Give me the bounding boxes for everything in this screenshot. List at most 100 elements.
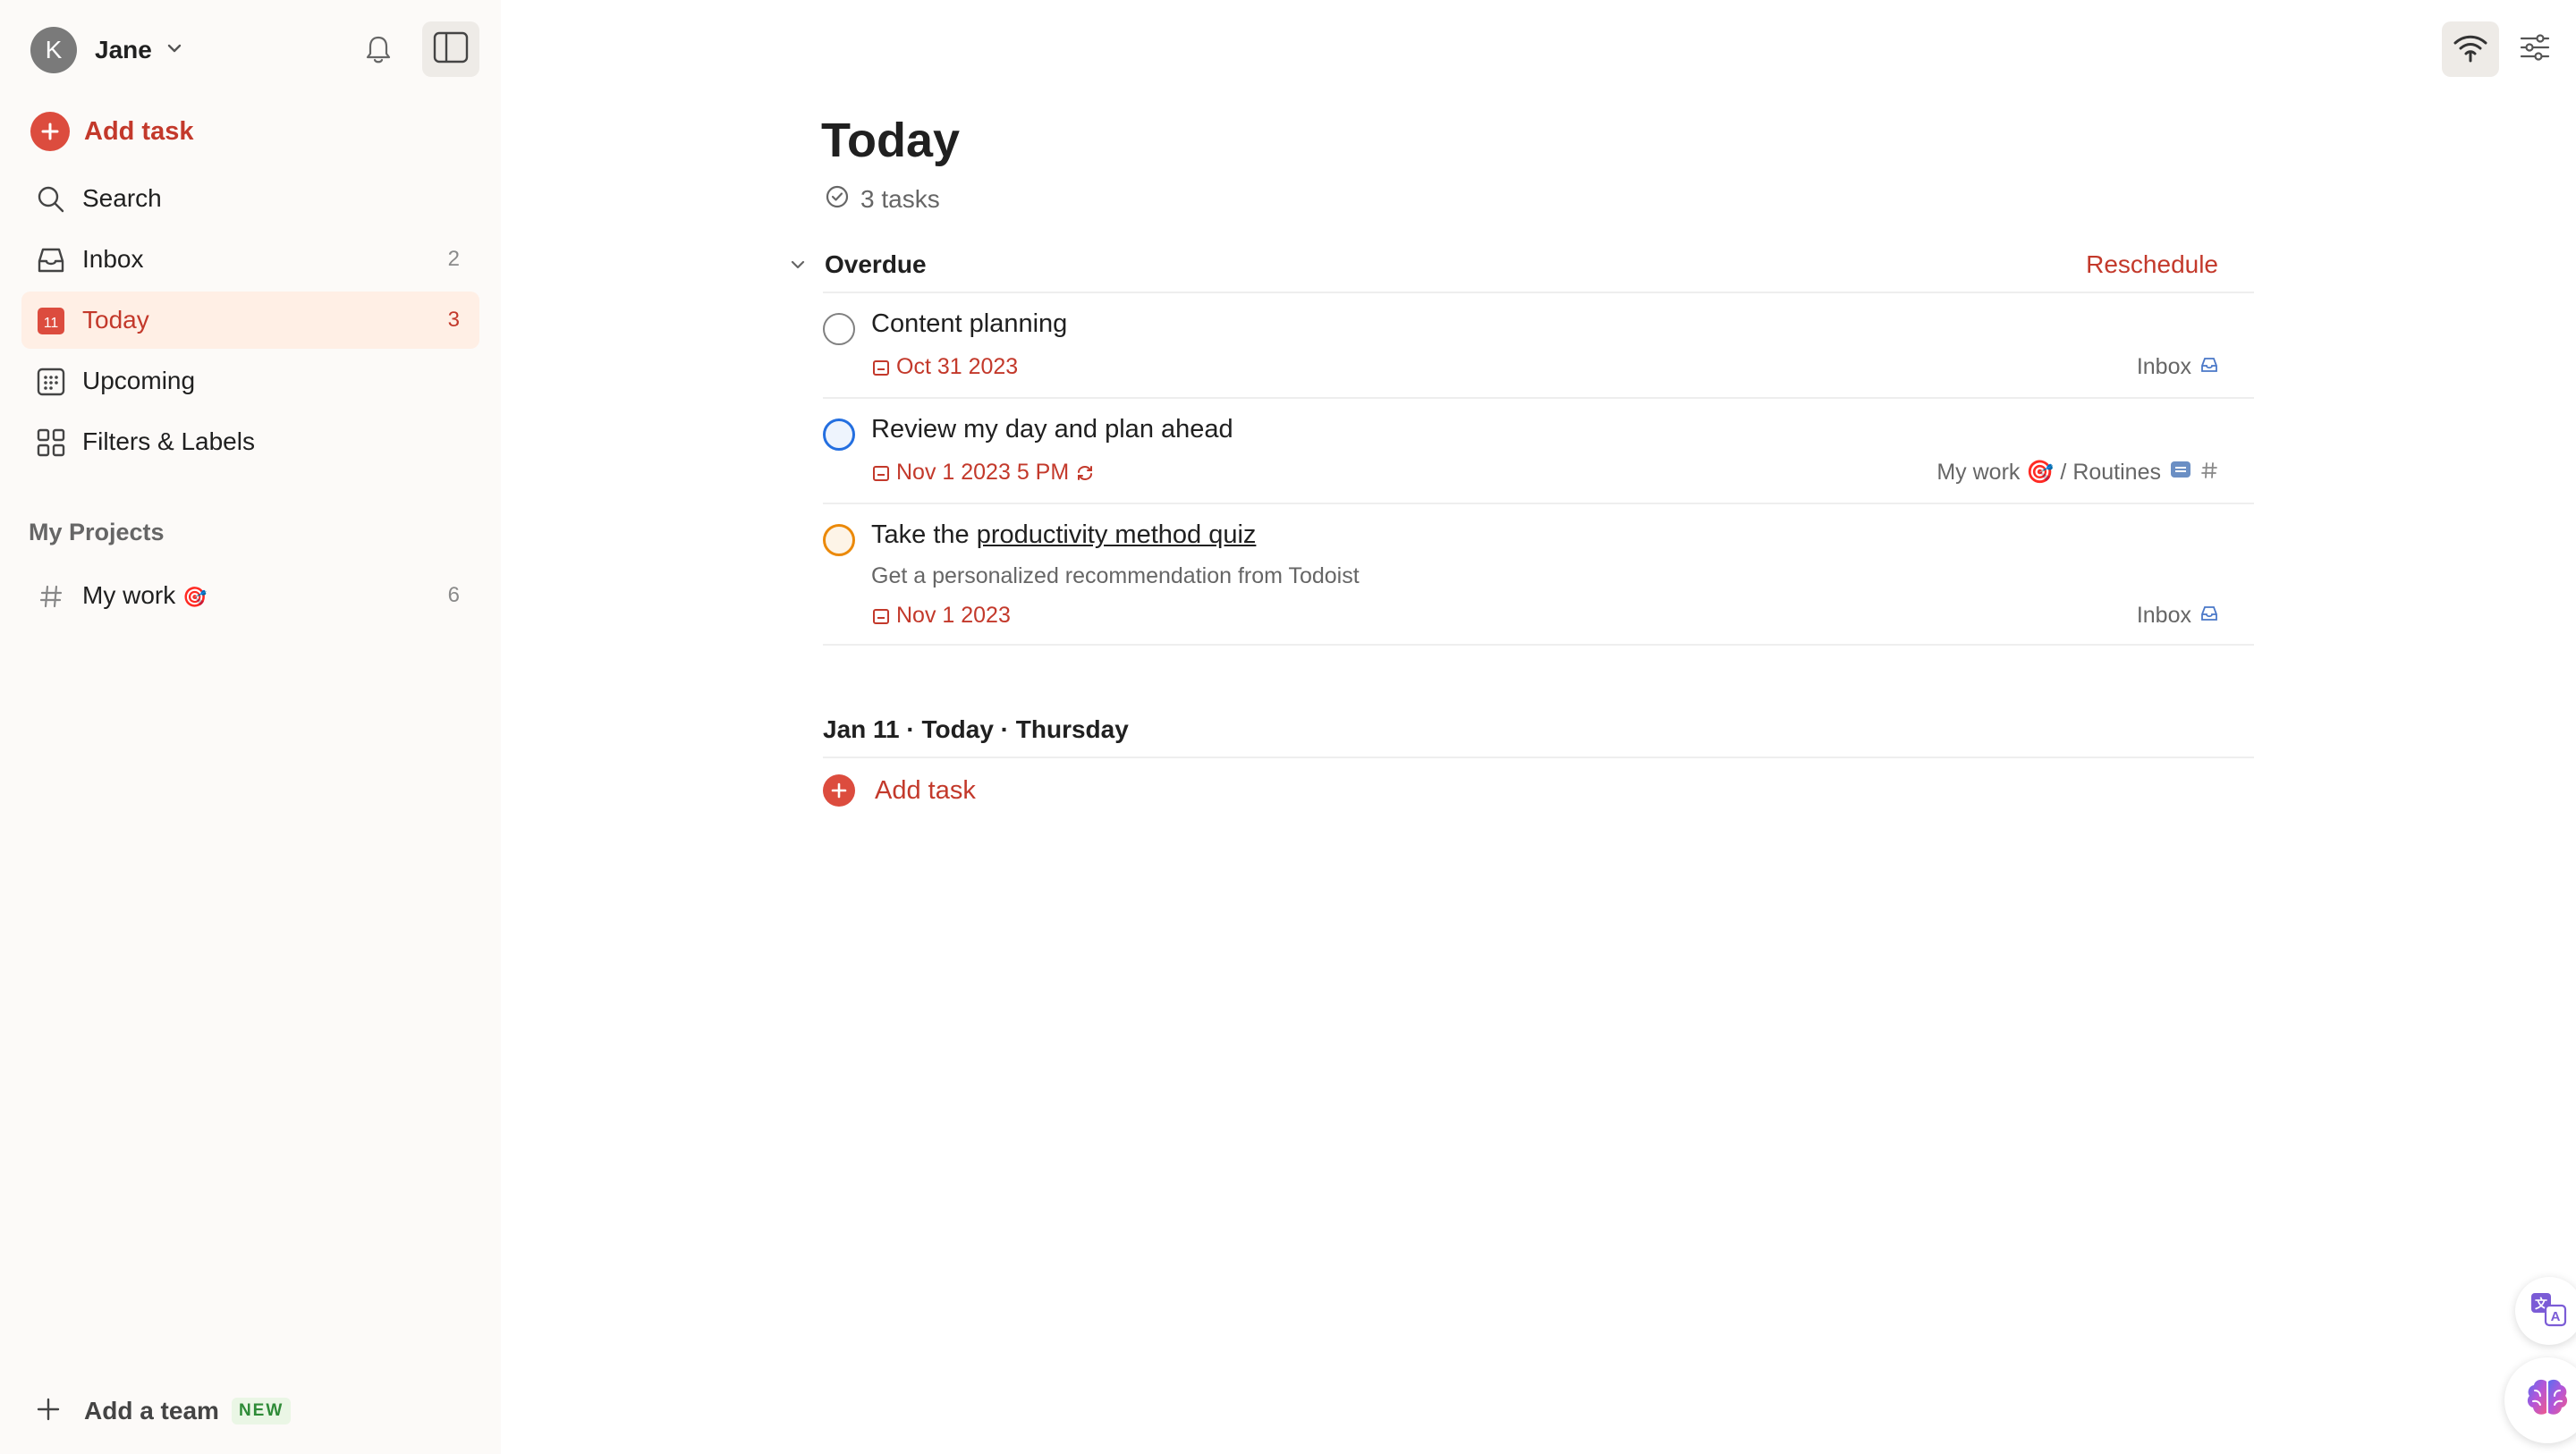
chevron-down-icon[interactable] (785, 252, 810, 277)
task-title[interactable]: Take the productivity method quiz (871, 520, 1256, 550)
calendar-today-icon: 11 (36, 306, 66, 336)
brain-icon (2522, 1376, 2572, 1425)
sidebar-item-inbox[interactable]: Inbox 2 (21, 231, 479, 288)
add-task-label: Add task (84, 116, 194, 146)
my-projects-heading[interactable]: My Projects (29, 519, 165, 546)
routines-icon (2170, 460, 2191, 486)
page-title: Today (821, 114, 961, 167)
sidebar-item-filters-labels[interactable]: Filters & Labels (21, 413, 479, 470)
sidebar-item-label: My work 🎯 (82, 581, 207, 610)
reschedule-button[interactable]: Reschedule (2086, 250, 2218, 279)
sidebar: K Jane Add task Search Inbox 2 11 Today … (0, 0, 501, 1454)
add-team-label: Add a team (84, 1397, 219, 1424)
task-title[interactable]: Review my day and plan ahead (871, 415, 1233, 444)
sidebar-item-label: Today (82, 306, 149, 334)
today-section-header: Jan 11 · Today · Thursday (823, 706, 2218, 753)
add-team-button[interactable]: Add a team NEW (36, 1391, 292, 1431)
task-title-text: Take the (871, 520, 977, 549)
sidebar-item-label: Search (82, 184, 162, 212)
sidebar-item-count: 3 (447, 308, 460, 332)
sidebar-item-project-my-work[interactable]: My work 🎯 6 (21, 567, 479, 624)
translate-icon: 文A (2529, 1291, 2569, 1331)
divider (823, 644, 2254, 646)
task-date-label: Nov 1 2023 5 PM (896, 460, 1070, 485)
divider (823, 292, 2254, 293)
calendar-icon (873, 465, 889, 481)
search-icon (36, 184, 66, 215)
plus-icon (30, 112, 70, 151)
bell-icon[interactable] (360, 32, 396, 68)
task-item[interactable]: Review my day and plan ahead Nov 1 2023 … (823, 415, 2218, 504)
task-title[interactable]: Content planning (871, 309, 1067, 339)
hash-icon (2200, 460, 2218, 486)
add-task-label: Add task (875, 775, 976, 805)
task-due-date[interactable]: Nov 1 2023 (871, 603, 1011, 629)
task-description: Get a personalized recommendation from T… (871, 563, 1360, 588)
filters-grid-icon (36, 427, 66, 458)
section-title: Jan 11 · Today · Thursday (823, 715, 1129, 743)
sidebar-item-label: Filters & Labels (82, 427, 255, 455)
inbox-icon (36, 245, 66, 275)
task-checkbox[interactable] (823, 524, 855, 556)
view-options-button[interactable] (2506, 21, 2563, 77)
task-project[interactable]: Inbox (2137, 354, 2218, 380)
task-item[interactable]: Take the productivity method quiz Get a … (823, 520, 2218, 646)
task-project[interactable]: My work 🎯 / Routines (1936, 460, 2218, 486)
calendar-icon (873, 359, 889, 376)
task-project-label: Inbox (2136, 354, 2191, 379)
sidebar-item-today[interactable]: 11 Today 3 (21, 292, 479, 349)
task-checkbox[interactable] (823, 313, 855, 345)
inbox-icon (2200, 603, 2218, 629)
sidebar-toggle-icon (433, 31, 469, 68)
add-task-inline-button[interactable]: Add task (823, 771, 976, 810)
plus-icon (36, 1397, 61, 1426)
check-circle-icon (825, 184, 850, 214)
task-count: 3 tasks (825, 184, 940, 214)
hash-icon (36, 581, 66, 612)
sidebar-item-label: Inbox (82, 245, 144, 273)
user-menu[interactable]: K Jane (30, 27, 184, 73)
sidebar-item-count: 2 (447, 247, 460, 271)
project-name: My work (82, 581, 176, 609)
chevron-down-icon (165, 38, 184, 63)
task-project-label: Inbox (2136, 603, 2191, 628)
task-title-link[interactable]: productivity method quiz (977, 520, 1257, 549)
new-badge: NEW (231, 1398, 292, 1424)
task-date-label: Nov 1 2023 (896, 603, 1011, 628)
svg-text:A: A (2551, 1309, 2561, 1324)
task-project-label: My work 🎯 / Routines (1936, 460, 2161, 485)
overdue-section-header: Overdue Reschedule (785, 241, 2218, 288)
add-task-button[interactable]: Add task (30, 109, 193, 154)
task-checkbox[interactable] (823, 418, 855, 451)
divider (823, 757, 2254, 758)
sidebar-item-upcoming[interactable]: Upcoming (21, 352, 479, 410)
task-project[interactable]: Inbox (2137, 603, 2218, 629)
main-content: Today 3 tasks Overdue Reschedule Content… (501, 0, 2576, 1454)
plus-icon (823, 774, 855, 807)
sidebar-item-search[interactable]: Search (21, 170, 479, 227)
task-item[interactable]: Content planning Oct 31 2023 Inbox (823, 309, 2218, 399)
wifi-icon (2452, 32, 2489, 67)
sidebar-item-label: Upcoming (82, 367, 196, 394)
project-emoji: 🎯 (182, 586, 208, 608)
offline-status-button[interactable] (2442, 21, 2499, 77)
ai-assistant-button[interactable] (2504, 1357, 2576, 1443)
calendar-icon (873, 608, 889, 624)
sidebar-item-count: 6 (447, 583, 460, 607)
task-due-date[interactable]: Oct 31 2023 (871, 354, 1018, 380)
sidebar-toggle-button[interactable] (422, 21, 479, 77)
translate-extension-button[interactable]: 文A (2515, 1277, 2576, 1345)
recurring-icon (1078, 465, 1093, 480)
task-count-label: 3 tasks (860, 184, 940, 213)
inbox-icon (2200, 354, 2218, 380)
svg-text:11: 11 (44, 316, 59, 331)
divider (823, 397, 2254, 399)
divider (823, 503, 2254, 504)
task-due-date[interactable]: Nov 1 2023 5 PM (871, 460, 1101, 486)
upcoming-grid-icon (36, 367, 66, 397)
section-title: Overdue (825, 250, 927, 278)
avatar: K (30, 27, 77, 73)
settings-sliders-icon (2519, 32, 2551, 67)
task-date-label: Oct 31 2023 (896, 354, 1019, 379)
user-name: Jane (95, 36, 152, 63)
